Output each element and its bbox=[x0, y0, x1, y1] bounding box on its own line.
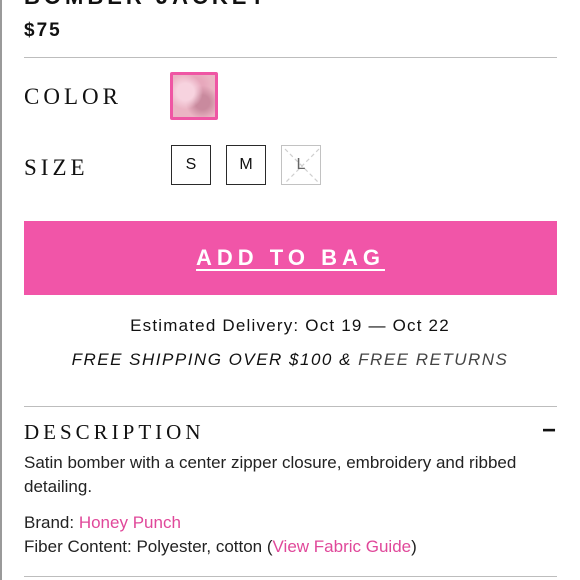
left-border bbox=[0, 0, 2, 580]
color-label: COLOR bbox=[24, 84, 122, 109]
size-option-label: S bbox=[185, 156, 197, 173]
fiber-content-line: Fiber Content: Polyester, cotton (View F… bbox=[24, 537, 417, 557]
description-text: Satin bomber with a center zipper closur… bbox=[24, 453, 517, 496]
divider bbox=[24, 576, 557, 577]
swatch-image bbox=[173, 75, 215, 117]
fiber-close-paren: ) bbox=[411, 537, 417, 556]
product-price: $75 bbox=[24, 20, 62, 41]
divider bbox=[24, 57, 557, 58]
add-to-bag-button[interactable]: ADD TO BAG bbox=[24, 221, 557, 295]
free-shipping-text: FREE SHIPPING OVER $100 & bbox=[71, 350, 352, 369]
fiber-content-text: Fiber Content: Polyester, cotton ( bbox=[24, 537, 273, 556]
size-option-label: L bbox=[296, 156, 306, 173]
collapse-minus-icon[interactable]: − bbox=[540, 419, 558, 443]
brand-link[interactable]: Honey Punch bbox=[79, 513, 181, 532]
fabric-guide-link[interactable]: View Fabric Guide bbox=[273, 537, 412, 556]
brand-line: Brand: Honey Punch bbox=[24, 513, 181, 533]
estimated-delivery: Estimated Delivery: Oct 19 — Oct 22 bbox=[130, 316, 450, 335]
size-label: SIZE bbox=[24, 155, 89, 180]
product-title: BOMBER JACKET bbox=[24, 0, 268, 10]
description-heading: DESCRIPTION bbox=[24, 420, 205, 444]
size-option-s[interactable]: S bbox=[171, 145, 211, 185]
size-option-label: M bbox=[239, 156, 253, 173]
color-swatch-selected[interactable] bbox=[170, 72, 218, 120]
size-option-l-unavailable[interactable]: L bbox=[281, 145, 321, 185]
add-to-bag-label: ADD TO BAG bbox=[196, 245, 385, 270]
divider bbox=[24, 406, 557, 407]
size-option-m[interactable]: M bbox=[226, 145, 266, 185]
shipping-promo: FREE SHIPPING OVER $100 & FREE RETURNS bbox=[0, 350, 580, 370]
brand-label: Brand: bbox=[24, 513, 75, 532]
free-returns-text: FREE RETURNS bbox=[358, 350, 509, 369]
